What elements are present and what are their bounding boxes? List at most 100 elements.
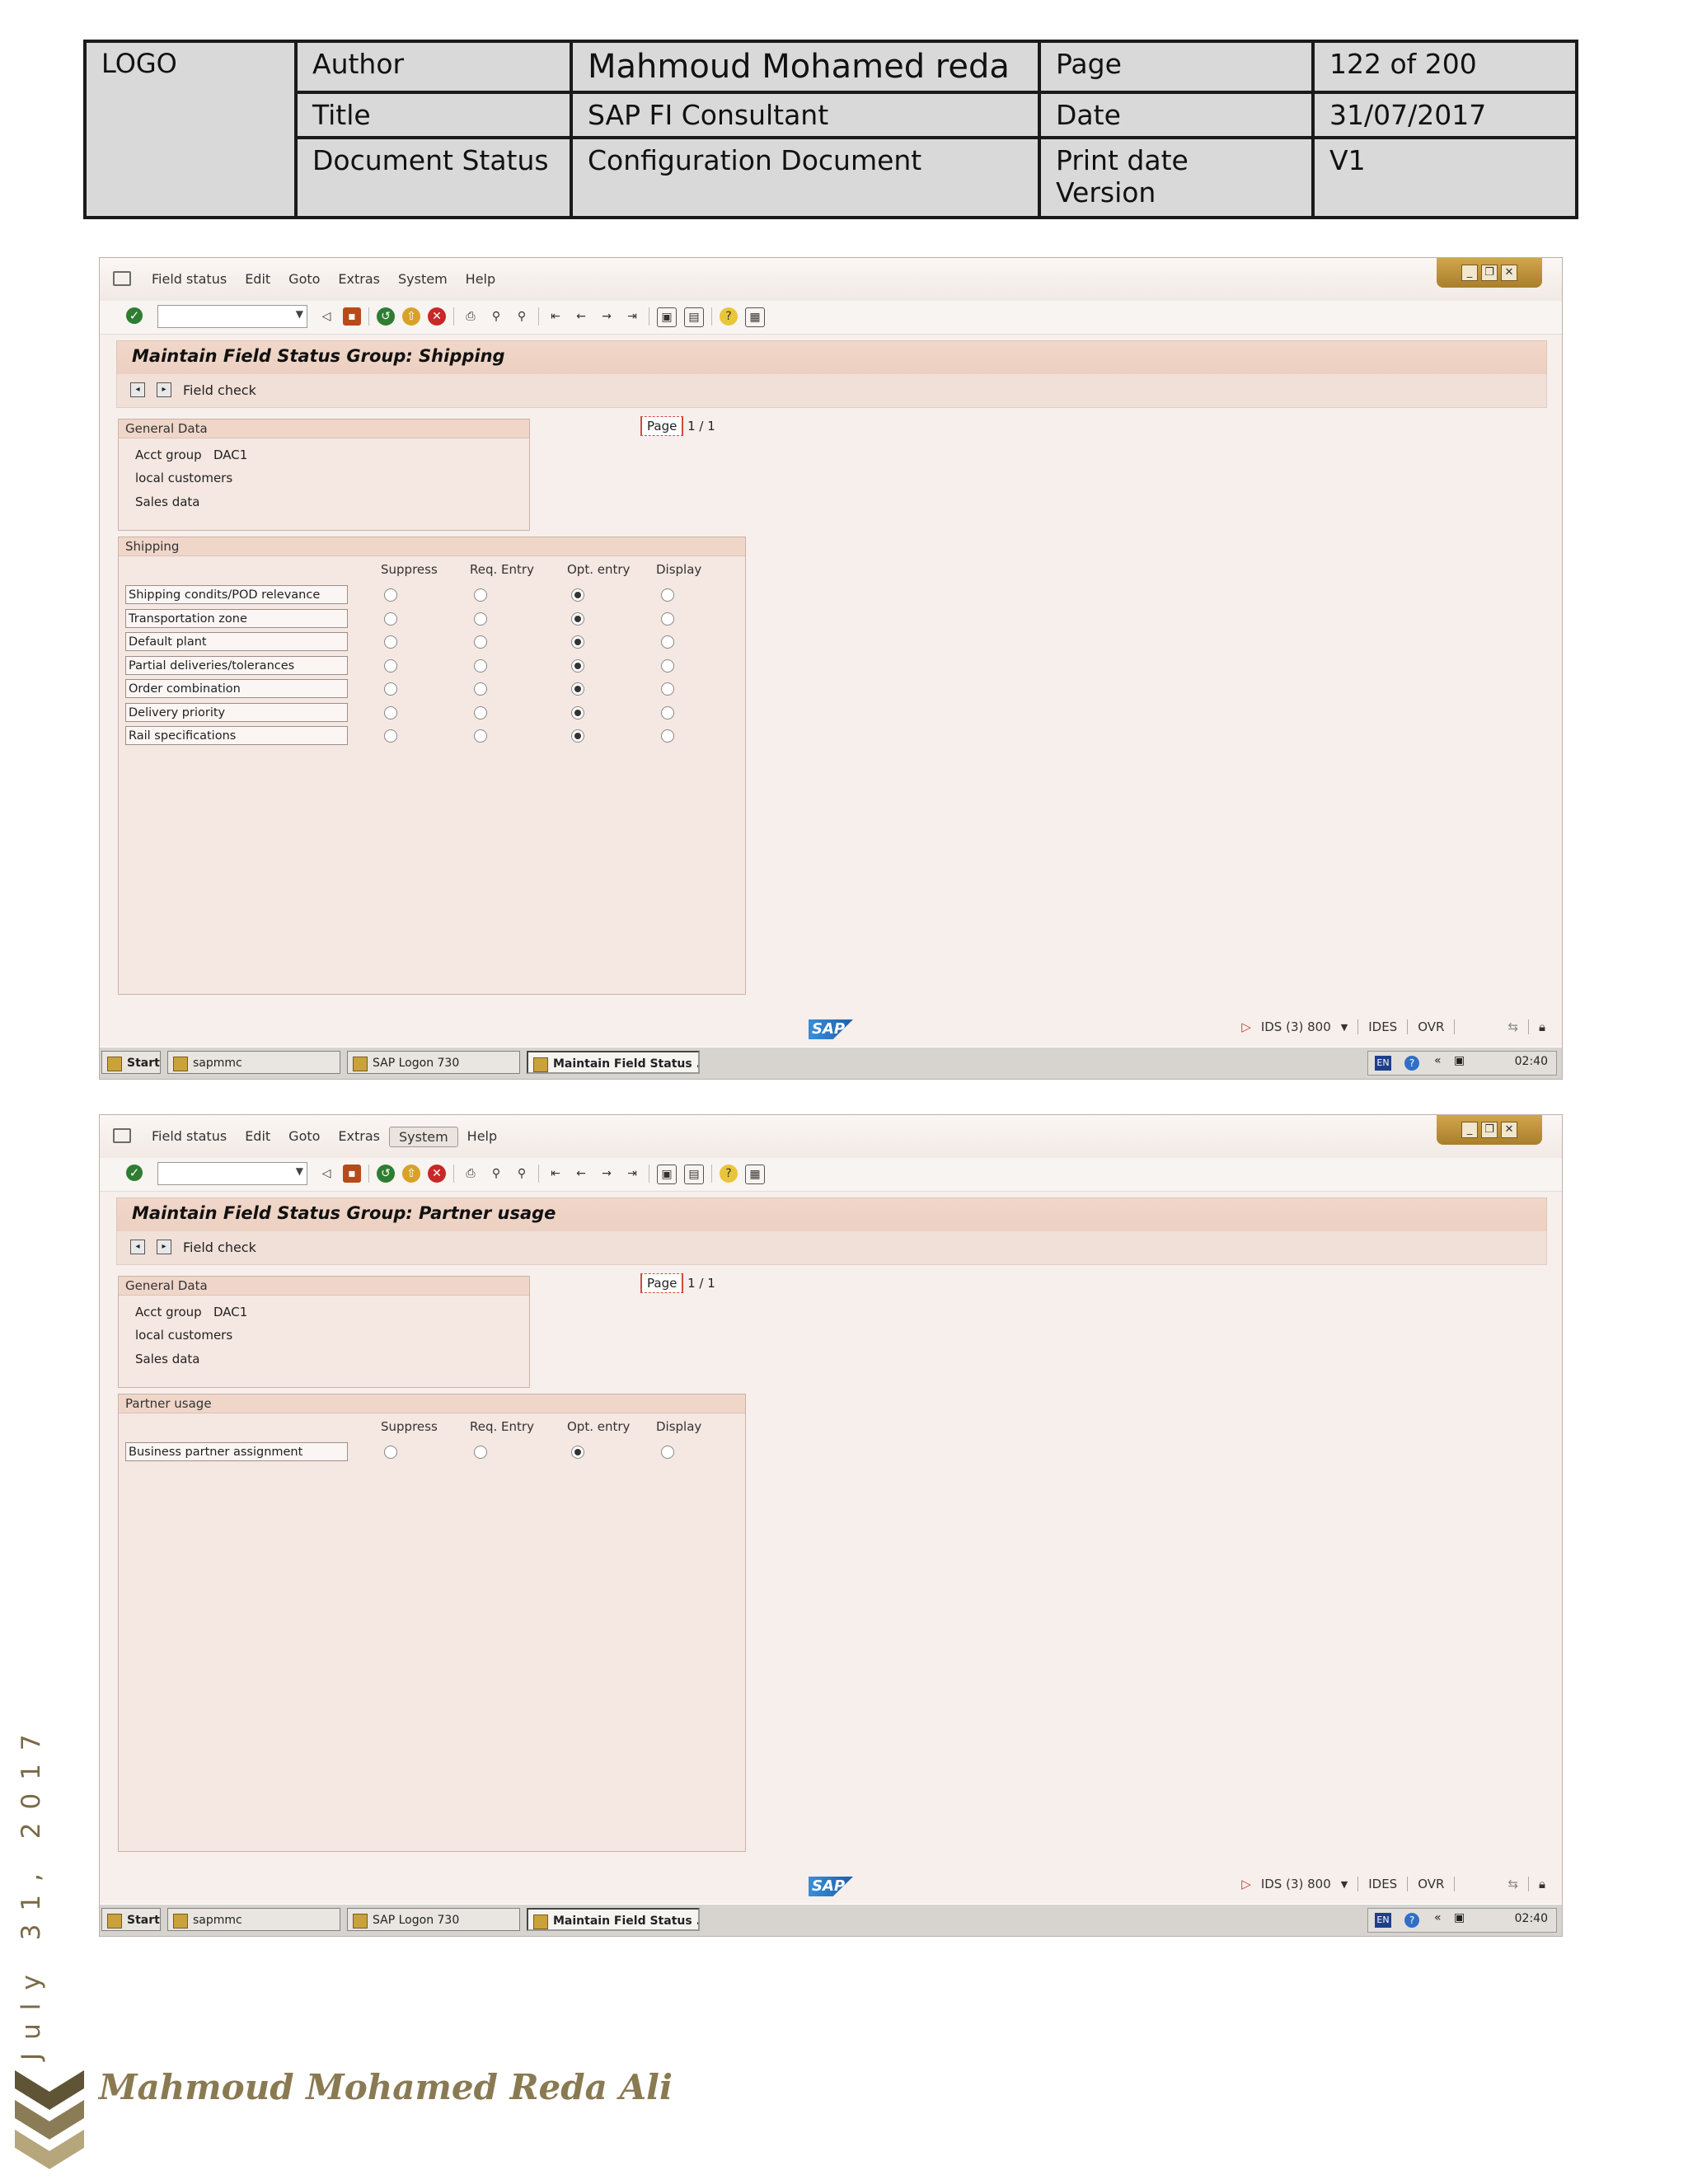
monitor-icon[interactable]: ▣: [1454, 1054, 1465, 1067]
last-page-icon[interactable]: ⇥: [623, 307, 641, 326]
minimize-icon[interactable]: _: [1461, 1122, 1478, 1138]
minimize-icon[interactable]: _: [1461, 265, 1478, 281]
find-next-icon[interactable]: ⚲: [513, 1165, 531, 1183]
close-icon[interactable]: ✕: [1501, 1122, 1517, 1138]
create-session-icon[interactable]: ▣: [657, 307, 677, 327]
previous-page-icon[interactable]: ←: [572, 1165, 590, 1183]
help-icon[interactable]: ?: [720, 1165, 738, 1183]
radio-display[interactable]: [661, 612, 674, 626]
radio-display[interactable]: [661, 635, 674, 649]
first-page-icon[interactable]: ⇤: [546, 307, 565, 326]
radio-suppress[interactable]: [384, 705, 397, 719]
lock-icon[interactable]: 🔒︎: [1539, 1019, 1545, 1034]
radio-suppress[interactable]: [384, 588, 397, 602]
network-icon[interactable]: «: [1434, 1054, 1442, 1067]
enter-check-icon[interactable]: ✓: [126, 1165, 143, 1181]
taskbar-item-maintain-field-status[interactable]: Maintain Field Status ...: [527, 1908, 700, 1931]
radio-opt-entry[interactable]: [571, 1446, 584, 1459]
chevron-down-icon[interactable]: ▼: [1341, 1022, 1348, 1033]
command-field[interactable]: ▼: [157, 1162, 307, 1185]
insert-mode[interactable]: OVR: [1418, 1877, 1444, 1891]
start-button[interactable]: Start: [101, 1051, 161, 1074]
radio-suppress[interactable]: [384, 1446, 397, 1459]
radio-req-entry[interactable]: [474, 588, 487, 602]
print-icon[interactable]: ⎙: [462, 307, 480, 326]
field-check-button[interactable]: Field check: [183, 1240, 256, 1255]
status-triangle-icon[interactable]: ▷: [1241, 1877, 1251, 1891]
menu-goto[interactable]: Goto: [279, 1127, 329, 1147]
radio-display[interactable]: [661, 658, 674, 673]
find-next-icon[interactable]: ⚲: [513, 307, 531, 326]
radio-opt-entry[interactable]: [571, 588, 584, 602]
taskbar-item-maintain-field-status[interactable]: Maintain Field Status ...: [527, 1051, 700, 1074]
language-indicator[interactable]: EN: [1375, 1056, 1391, 1071]
menu-extras[interactable]: Extras: [329, 269, 389, 288]
menu-extras[interactable]: Extras: [329, 1127, 389, 1147]
back-icon[interactable]: ↺: [377, 1165, 395, 1183]
menu-help[interactable]: Help: [458, 1127, 506, 1147]
shortcut-icon[interactable]: ▤: [684, 307, 704, 327]
radio-display[interactable]: [661, 705, 674, 719]
menu-field-status[interactable]: Field status: [143, 269, 236, 288]
first-page-icon[interactable]: ⇤: [546, 1165, 565, 1183]
menu-edit[interactable]: Edit: [236, 1127, 279, 1147]
radio-req-entry[interactable]: [474, 682, 487, 696]
menu-icon[interactable]: [113, 1128, 131, 1143]
back-arrow-icon[interactable]: ◁: [317, 1165, 335, 1183]
restore-icon[interactable]: ❐: [1481, 1122, 1498, 1138]
radio-display[interactable]: [661, 729, 674, 743]
layout-icon[interactable]: ▦: [745, 307, 765, 327]
find-icon[interactable]: ⚲: [487, 307, 505, 326]
radio-suppress[interactable]: [384, 635, 397, 649]
menu-field-status[interactable]: Field status: [143, 1127, 236, 1147]
network-icon[interactable]: «: [1434, 1911, 1442, 1924]
radio-opt-entry[interactable]: [571, 705, 584, 719]
radio-req-entry[interactable]: [474, 635, 487, 649]
previous-group-icon[interactable]: ◂: [130, 1240, 145, 1254]
help-icon[interactable]: ?: [1404, 1913, 1419, 1928]
create-session-icon[interactable]: ▣: [657, 1165, 677, 1184]
help-icon[interactable]: ?: [1404, 1056, 1419, 1071]
exit-icon[interactable]: ⇧: [402, 1165, 420, 1183]
radio-opt-entry[interactable]: [571, 612, 584, 626]
close-icon[interactable]: ✕: [1501, 265, 1517, 281]
previous-page-icon[interactable]: ←: [572, 307, 590, 326]
radio-req-entry[interactable]: [474, 705, 487, 719]
save-icon[interactable]: ▪: [343, 1165, 361, 1183]
radio-req-entry[interactable]: [474, 612, 487, 626]
cancel-icon[interactable]: ✕: [428, 307, 446, 326]
language-indicator[interactable]: EN: [1375, 1913, 1391, 1928]
taskbar-item-sapmmc[interactable]: sapmmc: [167, 1908, 340, 1931]
next-group-icon[interactable]: ▸: [157, 1240, 171, 1254]
menu-system[interactable]: System: [389, 1127, 458, 1147]
system-info[interactable]: IDS (3) 800: [1261, 1877, 1331, 1891]
taskbar-item-sap-logon[interactable]: SAP Logon 730: [347, 1051, 520, 1074]
menu-help[interactable]: Help: [457, 269, 504, 288]
radio-opt-entry[interactable]: [571, 658, 584, 673]
shortcut-icon[interactable]: ▤: [684, 1165, 704, 1184]
radio-display[interactable]: [661, 588, 674, 602]
next-page-icon[interactable]: →: [598, 1165, 616, 1183]
radio-opt-entry[interactable]: [571, 729, 584, 743]
menu-goto[interactable]: Goto: [279, 269, 329, 288]
radio-suppress[interactable]: [384, 658, 397, 673]
taskbar-item-sap-logon[interactable]: SAP Logon 730: [347, 1908, 520, 1931]
exit-icon[interactable]: ⇧: [402, 307, 420, 326]
field-check-button[interactable]: Field check: [183, 382, 256, 398]
back-arrow-icon[interactable]: ◁: [317, 307, 335, 326]
connection-icon[interactable]: ⇆: [1507, 1877, 1518, 1891]
next-group-icon[interactable]: ▸: [157, 382, 171, 397]
system-info[interactable]: IDS (3) 800: [1261, 1019, 1331, 1034]
chevron-down-icon[interactable]: ▼: [1341, 1879, 1348, 1890]
connection-icon[interactable]: ⇆: [1507, 1019, 1518, 1034]
back-icon[interactable]: ↺: [377, 307, 395, 326]
radio-suppress[interactable]: [384, 682, 397, 696]
status-triangle-icon[interactable]: ▷: [1241, 1019, 1251, 1034]
radio-display[interactable]: [661, 682, 674, 696]
radio-req-entry[interactable]: [474, 729, 487, 743]
save-icon[interactable]: ▪: [343, 307, 361, 326]
command-field[interactable]: ▼: [157, 305, 307, 328]
monitor-icon[interactable]: ▣: [1454, 1911, 1465, 1924]
next-page-icon[interactable]: →: [598, 307, 616, 326]
radio-req-entry[interactable]: [474, 1446, 487, 1459]
